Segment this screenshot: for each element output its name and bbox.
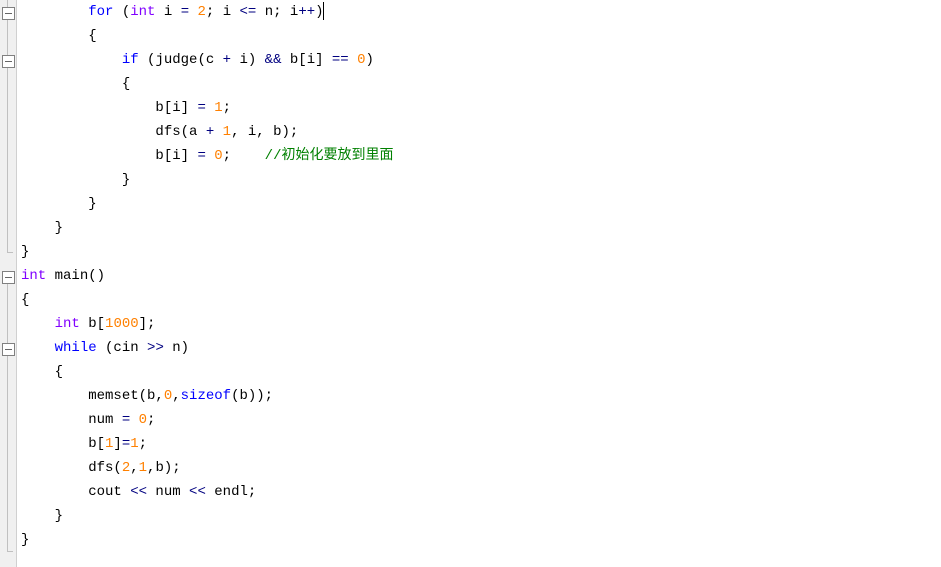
code-line[interactable]: dfs(2,1,b); [21,456,941,480]
fold-toggle-icon[interactable] [2,271,15,284]
code-line[interactable]: } [21,504,941,528]
code-line[interactable]: cout << num << endl; [21,480,941,504]
code-line[interactable]: } [21,192,941,216]
code-line[interactable]: for (int i = 2; i <= n; i++) [21,0,941,24]
code-line[interactable]: { [21,360,941,384]
code-line[interactable]: b[i] = 0; //初始化要放到里面 [21,144,941,168]
code-line[interactable]: } [21,168,941,192]
code-editor[interactable]: for (int i = 2; i <= n; i++) { if (judge… [0,0,941,567]
fold-toggle-icon[interactable] [2,7,15,20]
fold-toggle-icon[interactable] [2,343,15,356]
code-area[interactable]: for (int i = 2; i <= n; i++) { if (judge… [17,0,941,567]
code-line[interactable]: } [21,216,941,240]
code-line[interactable]: int main() [21,264,941,288]
code-line[interactable]: { [21,288,941,312]
code-line[interactable]: while (cin >> n) [21,336,941,360]
code-line[interactable]: } [21,528,941,552]
code-line[interactable]: b[1]=1; [21,432,941,456]
code-line[interactable]: { [21,24,941,48]
fold-toggle-icon[interactable] [2,55,15,68]
code-line[interactable]: b[i] = 1; [21,96,941,120]
code-line[interactable]: int b[1000]; [21,312,941,336]
text-cursor [323,2,324,20]
code-line[interactable]: num = 0; [21,408,941,432]
code-line[interactable]: memset(b,0,sizeof(b)); [21,384,941,408]
fold-gutter [0,0,17,567]
code-line[interactable]: if (judge(c + i) && b[i] == 0) [21,48,941,72]
code-line[interactable]: { [21,72,941,96]
code-line[interactable]: } [21,240,941,264]
code-line[interactable]: dfs(a + 1, i, b); [21,120,941,144]
